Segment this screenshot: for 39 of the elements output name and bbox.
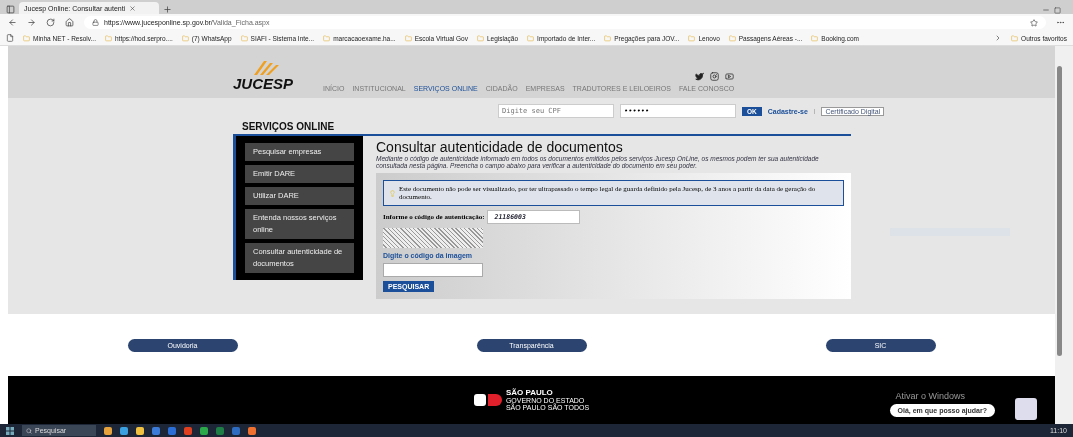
folder-icon: [23, 34, 30, 42]
instagram-icon[interactable]: [710, 72, 720, 81]
home-icon[interactable]: [65, 18, 74, 27]
reload-icon[interactable]: [46, 18, 55, 27]
sp-logo-icon: [473, 394, 502, 406]
folder-icon: [688, 34, 696, 42]
new-tab-icon[interactable]: [163, 5, 172, 14]
search-icon: [26, 427, 32, 434]
star-icon[interactable]: [1030, 18, 1038, 27]
restore-icon[interactable]: [1054, 7, 1061, 14]
brand-name: SÃO PAULO: [505, 389, 554, 397]
page-title: Consultar autenticidade de documentos: [376, 139, 624, 155]
folder-icon: [404, 34, 412, 42]
folder-icon: [105, 34, 112, 42]
folder-icon: [240, 34, 248, 42]
twitter-icon[interactable]: [695, 72, 705, 81]
forward-icon[interactable]: [27, 18, 36, 27]
folder-icon: [181, 34, 189, 42]
close-icon[interactable]: [129, 4, 137, 12]
tab-actions-icon[interactable]: [6, 5, 15, 14]
folder-icon: [323, 34, 331, 42]
folder-icon: [477, 34, 484, 42]
lightbulb-icon: [389, 189, 396, 197]
start-icon[interactable]: [6, 426, 14, 435]
lock-icon: [92, 19, 99, 26]
more-icon[interactable]: [1056, 18, 1065, 27]
page-icon: [6, 34, 14, 42]
folder-icon: [811, 34, 819, 42]
section-title: SERVIÇOS ONLINE: [242, 121, 336, 132]
activation-notice: Ativar o Windows: [895, 391, 965, 401]
logo-text[interactable]: JUCESP: [233, 75, 294, 92]
back-icon[interactable]: [8, 18, 17, 27]
folder-icon: [1011, 34, 1019, 42]
captcha-field[interactable]: [383, 263, 483, 278]
assistant-avatar[interactable]: [1015, 398, 1037, 420]
folder-icon: [728, 34, 736, 42]
youtube-icon[interactable]: [725, 72, 735, 81]
folder-icon: [604, 34, 612, 42]
folder-icon: [527, 34, 535, 42]
